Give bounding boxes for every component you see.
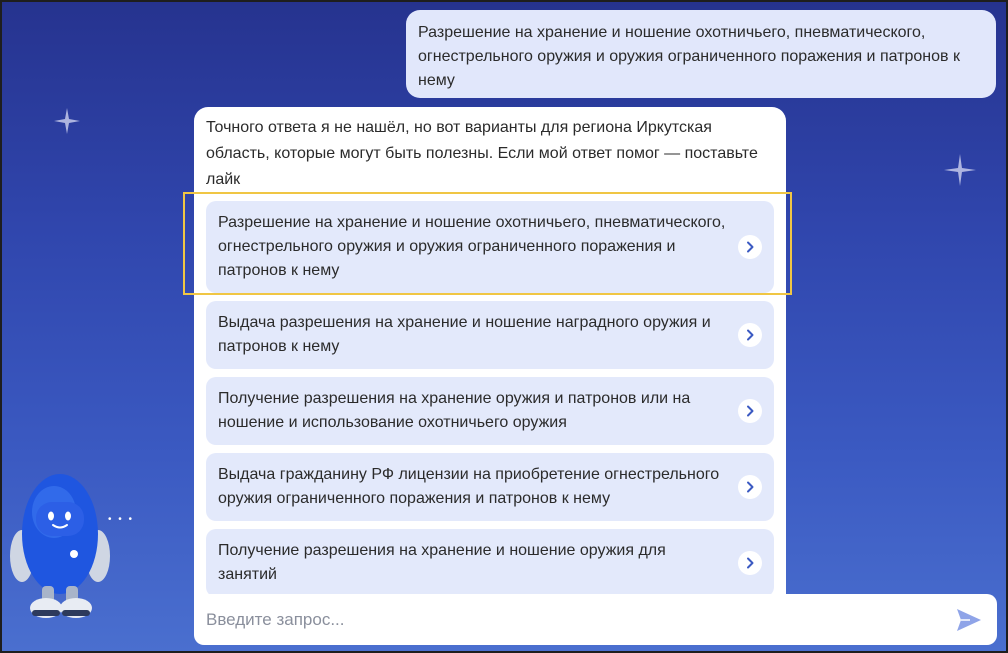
bot-message-bubble: Точного ответа я не нашёл, но вот вариан… bbox=[194, 107, 786, 607]
option-item[interactable]: Получение разрешения на хранение оружия … bbox=[206, 377, 774, 445]
option-item[interactable]: Выдача гражданину РФ лицензии на приобре… bbox=[206, 453, 774, 521]
chevron-right-icon bbox=[738, 399, 762, 423]
sparkle-icon bbox=[944, 154, 976, 186]
option-label: Получение разрешения на хранение и ношен… bbox=[218, 542, 666, 583]
query-input[interactable] bbox=[206, 609, 953, 630]
option-item[interactable]: Разрешение на хранение и ношение охотнич… bbox=[206, 201, 774, 293]
chevron-right-icon bbox=[738, 475, 762, 499]
option-label: Выдача гражданину РФ лицензии на приобре… bbox=[218, 466, 720, 507]
bot-message-text: Точного ответа я не нашёл, но вот вариан… bbox=[206, 119, 758, 188]
app-window: • • • Разрешение на хранение и ношение о… bbox=[0, 0, 1008, 653]
option-label: Получение разрешения на хранение оружия … bbox=[218, 390, 691, 431]
option-label: Разрешение на хранение и ношение охотнич… bbox=[218, 214, 726, 279]
query-input-bar bbox=[194, 594, 997, 645]
robot-assistant-icon bbox=[10, 474, 110, 618]
option-item[interactable]: Выдача разрешения на хранение и ношение … bbox=[206, 301, 774, 369]
option-label: Выдача разрешения на хранение и ношение … bbox=[218, 314, 711, 355]
chevron-right-icon bbox=[738, 235, 762, 259]
sparkle-icon bbox=[54, 108, 80, 134]
chevron-right-icon bbox=[738, 551, 762, 575]
user-message-text: Разрешение на хранение и ношение охотнич… bbox=[418, 24, 960, 89]
send-button[interactable] bbox=[953, 604, 985, 636]
chevron-right-icon bbox=[738, 323, 762, 347]
send-arrow-icon bbox=[957, 608, 981, 631]
user-message-bubble: Разрешение на хранение и ношение охотнич… bbox=[406, 10, 996, 98]
option-item[interactable]: Получение разрешения на хранение и ношен… bbox=[206, 529, 774, 597]
